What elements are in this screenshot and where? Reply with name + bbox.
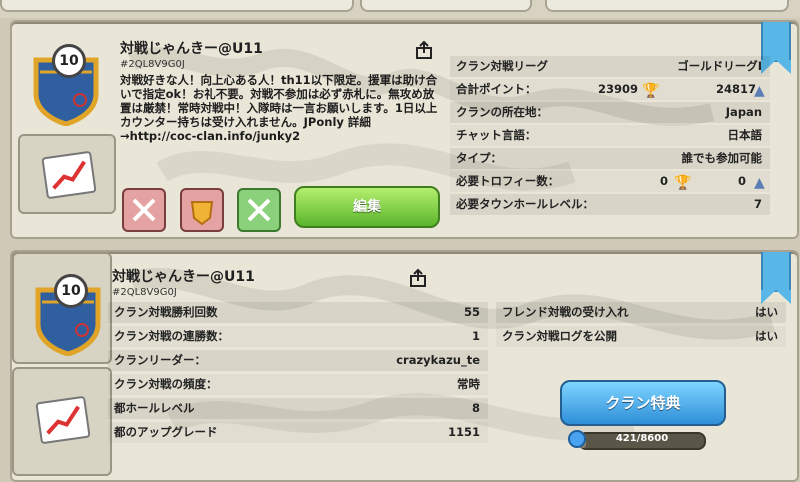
stat-row-capital-upgrades: 都のアップグレード 1151 <box>108 422 488 443</box>
trophy-icon: 🏆 <box>674 175 692 191</box>
swords-icon <box>247 198 271 222</box>
info-row-required-trophies: 必要トロフィー数： 0 🏆 0 ▲ <box>450 171 770 192</box>
setting-row-friendly-war: フレンド対戦の受け入れ はい <box>496 302 786 323</box>
crossed-swords-icon <box>132 198 156 222</box>
graph-icon <box>41 150 97 200</box>
clan-tag: #2QL8V9G0J <box>112 287 177 298</box>
top-middle-button[interactable] <box>360 0 532 12</box>
clan-info-table: クラン対戦リーグ ゴールドリーグI 合計ポイント： 23909 🏆 24817 … <box>450 56 770 216</box>
clan-info-panel-bottom: 10 対戦じゃんきー@U11 #2QL8V9G0J クラン対戦勝利回数 55 ク… <box>10 250 799 482</box>
bookmark-ribbon <box>761 252 791 304</box>
share-icon[interactable] <box>414 40 434 60</box>
info-row-league: クラン対戦リーグ ゴールドリーグI <box>450 56 770 77</box>
xp-star-icon <box>568 430 586 448</box>
stat-row-capital-hall-level: 都ホールレベル 8 <box>108 398 488 419</box>
stat-row-war-wins: クラン対戦勝利回数 55 <box>108 302 488 323</box>
versus-trophy-icon: ▲ <box>754 175 765 191</box>
versus-trophy-icon: ▲ <box>754 83 765 99</box>
clan-tag: #2QL8V9G0J <box>120 59 185 70</box>
edit-button[interactable]: 編集 <box>294 186 440 228</box>
clan-description: 対戦好きな人！向上心ある人！th11以下限定。援軍は助け合いで指定ok！お礼不要… <box>120 73 438 143</box>
stat-row-war-frequency: クラン対戦の頻度： 常時 <box>108 374 488 395</box>
clan-name: 対戦じゃんきー@U11 <box>120 41 263 57</box>
progress-graph-button[interactable] <box>12 367 112 476</box>
progress-graph-button[interactable] <box>18 134 116 214</box>
clan-level: 10 <box>54 274 88 308</box>
info-row-location: クランの所在地： Japan <box>450 102 770 123</box>
clan-badge: 10 <box>30 42 102 127</box>
info-row-chat-language: チャット言語： 日本語 <box>450 125 770 146</box>
share-icon[interactable] <box>408 268 428 288</box>
clan-name: 対戦じゃんきー@U11 <box>112 269 255 285</box>
stat-row-win-streak: クラン対戦の連勝数： 1 <box>108 326 488 347</box>
info-row-points: 合計ポイント： 23909 🏆 24817 ▲ <box>450 79 770 100</box>
info-row-type: タイプ： 誰でも参加可能 <box>450 148 770 169</box>
clan-war-league-button[interactable] <box>180 188 224 232</box>
graph-icon <box>35 395 91 445</box>
friendly-war-button[interactable] <box>237 188 281 232</box>
war-log-button[interactable] <box>122 188 166 232</box>
stat-row-leader: クランリーダー： crazykazu_te <box>108 350 488 371</box>
setting-row-public-war-log: クラン対戦ログを公開 はい <box>496 326 786 347</box>
clan-stats-table: クラン対戦勝利回数 55 クラン対戦の連勝数： 1 クランリーダー： crazy… <box>108 302 488 452</box>
clan-settings-table: フレンド対戦の受け入れ はい クラン対戦ログを公開 はい <box>496 302 786 350</box>
top-left-button[interactable] <box>0 0 354 12</box>
clan-xp-text: 421/8600 <box>615 433 669 444</box>
clan-info-panel-top: 10 対戦じゃんきー@U11 #2QL8V9G0J 対戦好きな人！向上心ある人！… <box>10 20 799 239</box>
trophy-icon: 🏆 <box>642 83 660 99</box>
clan-badge: 10 <box>32 272 104 357</box>
war-league-icon <box>190 201 214 226</box>
info-row-townhall: 必要タウンホールレベル： 7 <box>450 194 770 215</box>
top-right-button[interactable] <box>545 0 789 12</box>
clan-level: 10 <box>52 44 86 78</box>
clan-perks-button[interactable]: クラン特典 <box>560 380 726 426</box>
clan-xp-bar: 421/8600 <box>578 432 706 450</box>
